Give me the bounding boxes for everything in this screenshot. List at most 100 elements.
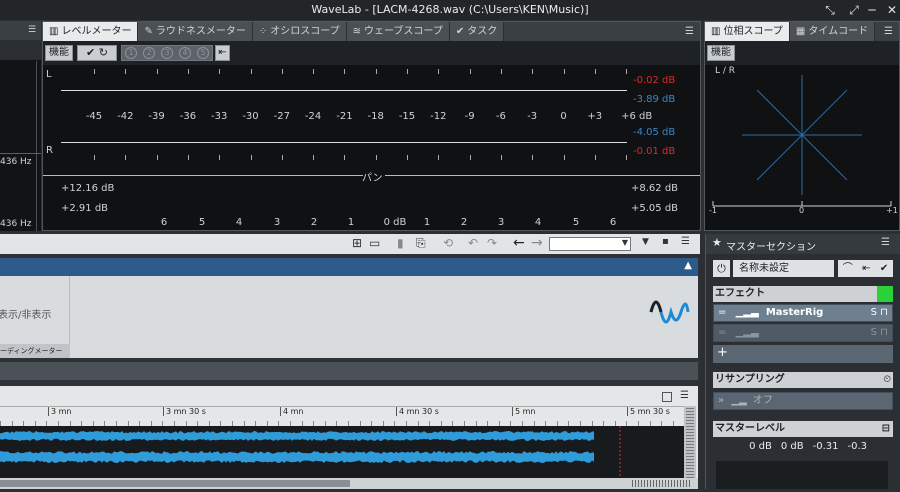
resampling-value[interactable]: オフ — [753, 395, 773, 406]
bypass-icon[interactable]: ⌒ — [843, 260, 853, 277]
reset-controls[interactable]: ✔ ↻ — [77, 45, 117, 61]
menu-icon[interactable]: ☰ — [681, 236, 690, 247]
drag-handle-icon[interactable]: = — [718, 327, 726, 338]
solo-icon[interactable]: S ⊓ — [871, 325, 888, 341]
tab-grid[interactable]: ▦ タイムコード — [789, 22, 876, 41]
waveform-view: ☰ 3 mn 3 mn 30 s 4 mn 4 mn 30 s 5 mn 5 mn 30 … — [0, 386, 698, 489]
scale-tick — [187, 155, 189, 160]
freq-label: 436 Hz — [0, 219, 32, 229]
undo-icon[interactable]: ↶ — [468, 236, 478, 250]
tab-wave[interactable]: ≋ ウェーブスコープ — [346, 22, 450, 41]
history-icon[interactable]: ⟲ — [443, 236, 453, 250]
redo-icon[interactable]: ↷ — [487, 236, 497, 250]
scroll-thumb[interactable] — [0, 480, 350, 487]
drag-handle-icon[interactable]: = — [718, 307, 726, 318]
solo-icon[interactable]: S ⊓ — [871, 305, 888, 321]
vertical-scrollbar[interactable] — [684, 406, 696, 489]
scale-tick — [125, 155, 127, 160]
show-hide-label[interactable]: 表示/非表示 — [0, 306, 51, 321]
save-as-icon[interactable]: ⎘ — [416, 236, 426, 251]
tab-label: オシロスコープ — [270, 26, 340, 37]
tab-label: 位相スコープ — [723, 26, 783, 37]
level-value: -0.31 — [812, 441, 839, 452]
power-icon[interactable]: ⏻ — [713, 260, 730, 277]
tab-bars[interactable]: ▥ 位相スコープ — [705, 22, 790, 41]
panel-layout-icon[interactable]: ▪ — [662, 236, 669, 247]
chevron-down-icon[interactable]: ▼ — [622, 238, 628, 247]
plugin-slot[interactable]: = ▁▂▃ MasterRig S ⊓ — [713, 304, 893, 322]
ruler-tick — [163, 407, 164, 416]
add-plugin-button[interactable]: + — [713, 345, 893, 363]
ruler-label: 5 mn — [515, 407, 536, 416]
plugin-name[interactable]: MasterRig — [766, 307, 823, 318]
tab-dots[interactable]: ⁘ オシロスコープ — [252, 22, 347, 41]
peak-value: -0.02 dB — [633, 75, 676, 86]
menu-icon[interactable]: ☰ — [680, 390, 689, 401]
wave-logo-icon — [649, 300, 690, 324]
scale-tick — [250, 155, 252, 160]
scale-tick — [594, 69, 596, 74]
scale-label: -27 — [273, 111, 290, 122]
menu-icon[interactable]: ☰ — [679, 22, 700, 41]
horizontal-scrollbar[interactable] — [0, 478, 698, 489]
go-start-icon[interactable]: ⇤ — [862, 260, 870, 277]
pan-scale-label: 1 — [347, 217, 355, 228]
function-button[interactable]: 機能 — [707, 45, 735, 61]
scale-tick — [156, 69, 158, 74]
preset-slot[interactable]: 2 — [143, 47, 155, 59]
scale-label: -45 — [85, 111, 103, 122]
view-toggle-icon[interactable] — [662, 392, 672, 402]
menu-icon[interactable]: ☰ — [881, 237, 890, 248]
navigation-dropdown[interactable]: ▼ — [549, 237, 631, 251]
preset-slot[interactable]: 1 — [125, 47, 137, 59]
open-folder-icon[interactable]: ▭ — [369, 236, 380, 250]
ruler-label: 3 mn 30 s — [166, 407, 206, 416]
scroll-grip[interactable] — [686, 408, 694, 486]
tab-bars[interactable]: ▥ レベルメーター — [43, 22, 139, 41]
pan-scale-label: 3 — [273, 217, 281, 228]
preset-slot[interactable]: 3 — [161, 47, 173, 59]
editor-blue-header: ▲ — [0, 258, 698, 276]
preset-slot[interactable]: 5 — [197, 47, 209, 59]
check-icon[interactable]: ✔ — [86, 46, 95, 59]
expand-icon[interactable]: ⊟ — [882, 421, 890, 437]
tab-pen[interactable]: ✎ ラウドネスメーター — [138, 22, 253, 41]
check-icon: ✔ — [455, 26, 465, 37]
tab-label: タスク — [467, 26, 498, 37]
tab-check[interactable]: ✔ タスク — [449, 22, 505, 41]
channel-label-l: L — [46, 69, 52, 80]
plugin-slot-empty[interactable]: = ▁▂▃ S ⊓ — [713, 324, 893, 342]
pan-scale-label: 0 dB — [383, 217, 407, 228]
back-arrow-icon[interactable]: ← — [513, 235, 525, 251]
menu-icon[interactable]: ☰ — [878, 22, 899, 41]
save-icon[interactable]: ▮ — [397, 236, 404, 250]
refresh-icon[interactable]: ↻ — [99, 46, 108, 59]
collapse-icon[interactable]: ⤡ — [818, 1, 842, 19]
close-button[interactable]: ✕ — [880, 1, 900, 19]
clock-icon[interactable]: ⏲ — [883, 372, 891, 388]
resampling-slot[interactable]: » ▁▂ オフ — [713, 392, 893, 410]
level-value: -0.3 — [847, 441, 867, 452]
star-icon: ★ — [712, 236, 722, 249]
forward-arrow-icon[interactable]: → — [531, 235, 543, 251]
function-button[interactable]: 機能 — [45, 45, 73, 61]
menu-icon[interactable]: ☰ — [28, 25, 36, 35]
scale-tick — [532, 155, 534, 160]
dropdown-arrow-icon[interactable]: ▼ — [642, 237, 649, 247]
show-hide-panel: 表示/非表示 — [0, 276, 70, 346]
tab-label: ラウドネスメーター — [155, 26, 246, 37]
scale-label: -24 — [304, 111, 322, 122]
arrows-icon: » — [718, 395, 725, 406]
check-icon[interactable]: ✔ — [880, 260, 888, 277]
zoom-grip[interactable] — [632, 480, 692, 487]
new-icon[interactable]: ⊞ — [352, 236, 362, 250]
preset-slot[interactable]: 4 — [179, 47, 191, 59]
go-start-icon[interactable]: ⇤ — [215, 45, 230, 61]
collapse-up-icon[interactable]: ▲ — [684, 260, 692, 271]
preset-name[interactable]: 名称未設定 — [733, 260, 834, 277]
waveform-channel — [0, 431, 594, 441]
scale-tick — [187, 69, 189, 74]
effects-toggle[interactable] — [877, 286, 893, 302]
phase-scope-panel: ▥ 位相スコープ ▦ タイムコード ☰ 機能 L / R -1 0 +1 — [704, 21, 900, 231]
bars-icon: ▥ — [49, 26, 59, 37]
